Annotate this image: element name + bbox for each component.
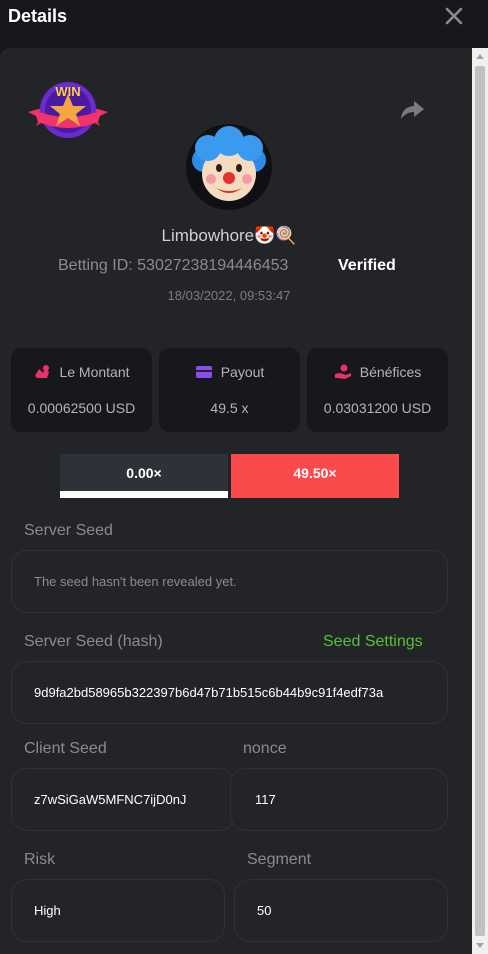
- server-seed-hash-label: Server Seed (hash): [24, 633, 163, 650]
- page-title: Details: [8, 6, 68, 26]
- risk-field[interactable]: High: [11, 879, 225, 942]
- verified-badge: Verified: [338, 257, 396, 274]
- scroll-up-icon[interactable]: [476, 54, 484, 59]
- tab-label: 49.50×: [293, 465, 337, 481]
- tab-result-multiplier[interactable]: 49.50×: [231, 454, 399, 498]
- server-seed-label: Server Seed: [24, 522, 113, 539]
- tab-target-multiplier[interactable]: 0.00×: [60, 454, 228, 498]
- bet-date: 18/03/2022, 09:53:47: [167, 288, 291, 303]
- wallet-icon: [195, 366, 212, 378]
- scroll-down-icon[interactable]: [476, 943, 484, 948]
- tab-label: 0.00×: [126, 465, 162, 481]
- money-bag-icon: [35, 365, 50, 378]
- betting-id: Betting ID: 53027238194446453: [58, 257, 289, 274]
- badge-text: WIN: [55, 84, 80, 99]
- win-badge-icon: WIN: [28, 82, 108, 138]
- scrollbar-thumb[interactable]: [475, 66, 485, 936]
- stat-amount: Le Montant 0.00062500 USD: [11, 348, 152, 432]
- details-panel: WIN Limbowhore🤡🍭 Betting ID: 53027238194…: [0, 48, 472, 954]
- stat-value: 0.03031200 USD: [323, 400, 432, 416]
- client-seed-label: Client Seed: [24, 740, 107, 757]
- seed-settings-link[interactable]: Seed Settings: [323, 633, 423, 651]
- username: Limbowhore🤡🍭: [161, 226, 297, 245]
- stat-profit: Bénéfices 0.03031200 USD: [307, 348, 448, 432]
- tab-active-indicator: [60, 491, 228, 498]
- stat-label: Bénéfices: [359, 364, 422, 380]
- segment-label: Segment: [247, 851, 312, 868]
- stat-value: 49.5 x: [210, 400, 249, 416]
- stat-value: 0.00062500 USD: [27, 400, 136, 416]
- client-seed-field[interactable]: z7wSiGaW5MFNC7ijD0nJ: [11, 768, 235, 831]
- profit-hand-icon: [334, 364, 351, 379]
- header-bar: Details: [0, 0, 488, 48]
- stat-label: Le Montant: [59, 364, 130, 380]
- nonce-field[interactable]: 117: [230, 768, 448, 831]
- close-icon[interactable]: [444, 6, 464, 26]
- server-seed-hash-field[interactable]: 9d9fa2bd58965b322397b6d47b71b515c6b44b9c…: [11, 661, 448, 724]
- segment-field[interactable]: 50: [234, 879, 448, 942]
- scrollbar[interactable]: [472, 48, 488, 954]
- avatar: [186, 124, 272, 210]
- clown-avatar-icon: [187, 125, 271, 209]
- share-icon[interactable]: [398, 98, 426, 122]
- stat-payout: Payout 49.5 x: [159, 348, 300, 432]
- nonce-label: nonce: [243, 740, 287, 757]
- risk-label: Risk: [24, 851, 56, 868]
- stat-label: Payout: [220, 364, 265, 380]
- server-seed-field[interactable]: The seed hasn't been revealed yet.: [11, 550, 448, 613]
